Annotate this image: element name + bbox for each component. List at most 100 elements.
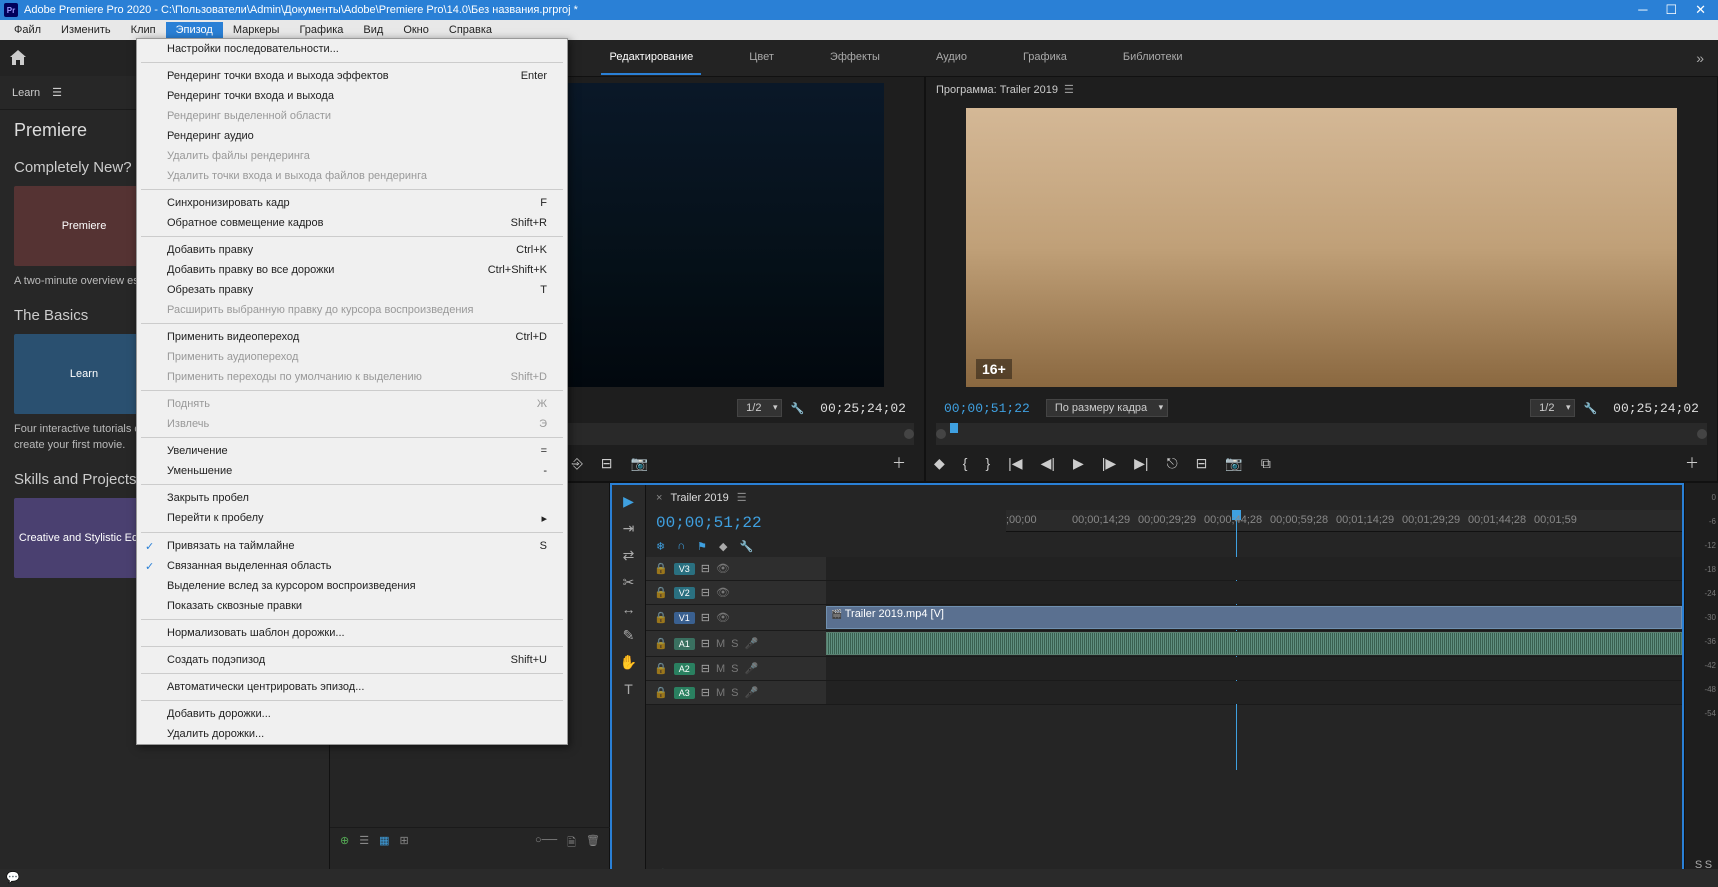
menu-item[interactable]: Создать подэпизодShift+U — [137, 650, 567, 670]
button-editor-icon[interactable]: ＋ — [1685, 453, 1699, 473]
lock-icon[interactable]: 🔒 — [654, 662, 668, 675]
audio-clip[interactable] — [826, 632, 1682, 655]
go-to-in-icon[interactable]: |◀ — [1008, 455, 1022, 472]
solo-icon[interactable]: S — [731, 687, 738, 699]
menu-item[interactable]: Синхронизировать кадрF — [137, 193, 567, 213]
lift-icon[interactable]: ⎋ — [1167, 455, 1178, 472]
maximize-button[interactable]: ☐ — [1665, 2, 1677, 18]
lock-icon[interactable]: 🔒 — [654, 686, 668, 699]
step-back-icon[interactable]: ◀| — [1041, 455, 1055, 472]
insert-icon[interactable]: ⎆ — [572, 455, 583, 472]
ripple-tool-icon[interactable]: ⇄ — [623, 547, 635, 564]
menu-item[interactable]: Настройки последовательности... — [137, 39, 567, 59]
menu-item[interactable]: Удалить дорожки... — [137, 724, 567, 744]
track-output-icon[interactable]: ⊟ — [701, 662, 710, 675]
source-settings-icon[interactable]: 🔧 — [790, 402, 804, 415]
go-to-out-icon[interactable]: ▶| — [1134, 455, 1148, 472]
menu-файл[interactable]: Файл — [4, 22, 51, 38]
play-icon[interactable]: ▶ — [1073, 455, 1084, 472]
timeline-timecode[interactable]: 00;00;51;22 — [646, 510, 826, 536]
program-settings-icon[interactable]: 🔧 — [1583, 402, 1597, 415]
compare-icon[interactable]: ⧉ — [1261, 455, 1271, 472]
snap-icon[interactable]: ❄ — [656, 540, 665, 553]
menu-клип[interactable]: Клип — [121, 22, 166, 38]
menu-item[interactable]: Обрезать правкуT — [137, 280, 567, 300]
step-fwd-icon[interactable]: |▶ — [1102, 455, 1116, 472]
track-label[interactable]: A3 — [674, 687, 695, 699]
menu-item[interactable]: Показать сквозные правки — [137, 596, 567, 616]
program-fit-dropdown[interactable]: По размеру кадра — [1046, 399, 1168, 417]
menu-изменить[interactable]: Изменить — [51, 22, 121, 38]
eye-icon[interactable]: 👁 — [716, 562, 730, 575]
menu-маркеры[interactable]: Маркеры — [223, 22, 290, 38]
home-icon[interactable] — [8, 48, 28, 68]
menu-item[interactable]: Уменьшение- — [137, 461, 567, 481]
list-view-icon[interactable]: ☰ — [359, 834, 369, 853]
workspace-tab[interactable]: Аудио — [928, 41, 975, 75]
new-bin-icon[interactable]: ⊕ — [340, 834, 349, 853]
add-marker-icon[interactable]: ◆ — [934, 455, 945, 472]
track-select-tool-icon[interactable]: ⇥ — [623, 520, 635, 537]
panel-menu-icon[interactable]: ☰ — [52, 86, 62, 99]
menu-item[interactable]: Рендеринг точки входа и выхода — [137, 86, 567, 106]
learn-thumb-3[interactable]: Creative and Stylistic Edits — [14, 498, 154, 578]
menu-вид[interactable]: Вид — [353, 22, 393, 38]
zoom-slider[interactable]: ○── — [535, 834, 557, 853]
slip-tool-icon[interactable]: ↔ — [622, 601, 636, 617]
learn-thumb-2[interactable]: Learn — [14, 334, 154, 414]
menu-item[interactable]: Нормализовать шаблон дорожки... — [137, 623, 567, 643]
eye-icon[interactable]: 👁 — [716, 611, 730, 624]
workspace-overflow-icon[interactable]: » — [1696, 50, 1704, 66]
menu-item[interactable]: ✓Привязать на таймлайнеS — [137, 536, 567, 556]
workspace-tab[interactable]: Цвет — [741, 41, 782, 75]
program-video[interactable]: 16+ — [966, 108, 1677, 387]
eye-icon[interactable]: 👁 — [716, 586, 730, 599]
workspace-tab[interactable]: Графика — [1015, 41, 1075, 75]
mute-icon[interactable]: M — [716, 663, 725, 675]
menu-окно[interactable]: Окно — [393, 22, 439, 38]
lock-icon[interactable]: 🔒 — [654, 611, 668, 624]
workspace-tab[interactable]: Редактирование — [601, 41, 701, 75]
new-item-icon[interactable]: 🗎 — [567, 834, 576, 853]
workspace-tab[interactable]: Эффекты — [822, 41, 888, 75]
menu-item[interactable]: Применить видеопереходCtrl+D — [137, 327, 567, 347]
menu-item[interactable]: Автоматически центрировать эпизод... — [137, 677, 567, 697]
mute-icon[interactable]: M — [716, 638, 725, 650]
menu-item[interactable]: Добавить правкуCtrl+K — [137, 240, 567, 260]
panel-menu-icon[interactable]: ☰ — [737, 491, 747, 504]
track-label[interactable]: V1 — [674, 612, 695, 624]
lock-icon[interactable]: 🔒 — [654, 562, 668, 575]
track-output-icon[interactable]: ⊟ — [701, 637, 710, 650]
export-frame-icon[interactable]: 📷 — [631, 455, 648, 472]
type-tool-icon[interactable]: T — [624, 681, 633, 697]
marker-icon[interactable]: ◆ — [719, 540, 727, 553]
extract-icon[interactable]: ⊟ — [1196, 455, 1208, 472]
overwrite-icon[interactable]: ⊟ — [601, 455, 613, 472]
lock-icon[interactable]: 🔒 — [654, 637, 668, 650]
video-clip[interactable]: 🎬 Trailer 2019.mp4 [V] — [826, 606, 1682, 629]
hand-tool-icon[interactable]: ✋ — [620, 654, 637, 671]
trash-icon[interactable]: 🗑 — [586, 834, 600, 853]
icon-view-icon[interactable]: ▦ — [379, 834, 389, 853]
voiceover-icon[interactable]: 🎤 — [744, 637, 758, 650]
track-output-icon[interactable]: ⊟ — [701, 611, 710, 624]
mute-icon[interactable]: M — [716, 687, 725, 699]
learn-thumb-1[interactable]: Premiere — [14, 186, 154, 266]
track-label[interactable]: A1 — [674, 638, 695, 650]
razor-tool-icon[interactable]: ✂ — [623, 574, 635, 591]
track-output-icon[interactable]: ⊟ — [701, 686, 710, 699]
workspace-tab[interactable]: Библиотеки — [1115, 41, 1191, 75]
menu-item[interactable]: Обратное совмещение кадровShift+R — [137, 213, 567, 233]
track-output-icon[interactable]: ⊟ — [701, 586, 710, 599]
lock-icon[interactable]: 🔒 — [654, 586, 668, 599]
button-editor-icon[interactable]: ＋ — [892, 453, 906, 473]
minimize-button[interactable]: ─ — [1638, 2, 1647, 18]
menu-item[interactable]: Перейти к пробелу▸ — [137, 508, 567, 529]
linked-selection-icon[interactable]: ∩ — [677, 540, 685, 553]
menu-item[interactable]: ✓Связанная выделенная область — [137, 556, 567, 576]
menu-item[interactable]: Выделение вслед за курсором воспроизведе… — [137, 576, 567, 596]
pen-tool-icon[interactable]: ✎ — [623, 627, 635, 644]
selection-tool-icon[interactable]: ▶ — [623, 493, 634, 510]
track-label[interactable]: V3 — [674, 563, 695, 575]
voiceover-icon[interactable]: 🎤 — [744, 662, 758, 675]
